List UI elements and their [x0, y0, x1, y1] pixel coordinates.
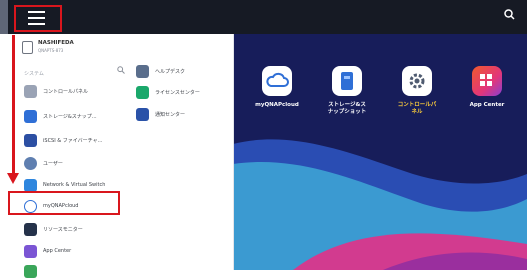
annotation-arrow-head — [7, 173, 19, 184]
desktop-app-app-center[interactable]: App Center — [447, 66, 527, 109]
menu-item-label: コントロールパネル — [43, 89, 89, 95]
user-icon — [24, 157, 37, 170]
top-bar — [0, 0, 527, 34]
search-icon[interactable] — [117, 66, 125, 74]
main-menu-button[interactable] — [14, 5, 62, 32]
menu-item-label: ヘルプデスク — [155, 69, 186, 75]
app-center-icon — [24, 245, 37, 258]
desktop-app-storage[interactable]: ストレージ&ス ナップショット — [307, 66, 387, 116]
resource-monitor-icon — [24, 223, 37, 236]
desktop-app-label: ストレージ&ス ナップショット — [327, 102, 367, 115]
annotation-arrow-line — [12, 35, 15, 175]
desktop-app-myqnapcloud[interactable]: myQNAPcloud — [237, 66, 317, 109]
notification-icon — [136, 108, 149, 121]
iscsi-icon — [24, 134, 37, 147]
desktop-area: myQNAPcloud ストレージ&ス ナップショット コントロールパ ネル A… — [233, 34, 527, 270]
helpdesk-icon — [136, 65, 149, 78]
menu-item-label: ユーザー — [43, 161, 63, 167]
menu-item-label: ストレージ&スナップ... — [43, 114, 97, 120]
main-menu-panel: NASHIFEDA QNAPTS-873 システム コントロールパネル ストレー… — [8, 34, 234, 278]
app-icon — [24, 265, 37, 278]
storage-icon — [24, 110, 37, 123]
control-panel-icon — [24, 85, 37, 98]
storage-icon — [332, 66, 362, 96]
qts-desktop-screen: myQNAPcloud ストレージ&ス ナップショット コントロールパ ネル A… — [0, 0, 527, 278]
device-name: NASHIFEDA — [38, 40, 74, 46]
menu-item-label: ライセンスセンター — [155, 90, 200, 96]
search-icon[interactable] — [504, 9, 515, 20]
license-icon — [136, 86, 149, 99]
menu-item-label: Network & Virtual Switch — [43, 182, 106, 188]
device-model: QNAPTS-873 — [38, 48, 64, 53]
cloud-icon — [262, 66, 292, 96]
desktop-app-control-panel[interactable]: コントロールパ ネル — [377, 66, 457, 116]
nas-device-icon — [22, 41, 33, 54]
gear-icon — [402, 66, 432, 96]
menu-item-label: 通知センター — [155, 112, 186, 118]
menu-item-label: iSCSI & ファイバーチャ... — [43, 138, 103, 144]
menu-item-label: App Center — [43, 248, 72, 254]
menu-item-label: リソースモニター — [43, 227, 83, 233]
desktop-app-label: myQNAPcloud — [255, 102, 299, 108]
section-label: システム — [24, 71, 44, 77]
top-bar-stripe — [0, 0, 8, 34]
desktop-app-label: コントロールパ ネル — [397, 102, 437, 115]
hamburger-icon — [28, 11, 45, 26]
desktop-app-label: App Center — [469, 102, 505, 108]
app-center-icon — [472, 66, 502, 96]
highlight-box-myqnapcloud — [8, 191, 120, 215]
